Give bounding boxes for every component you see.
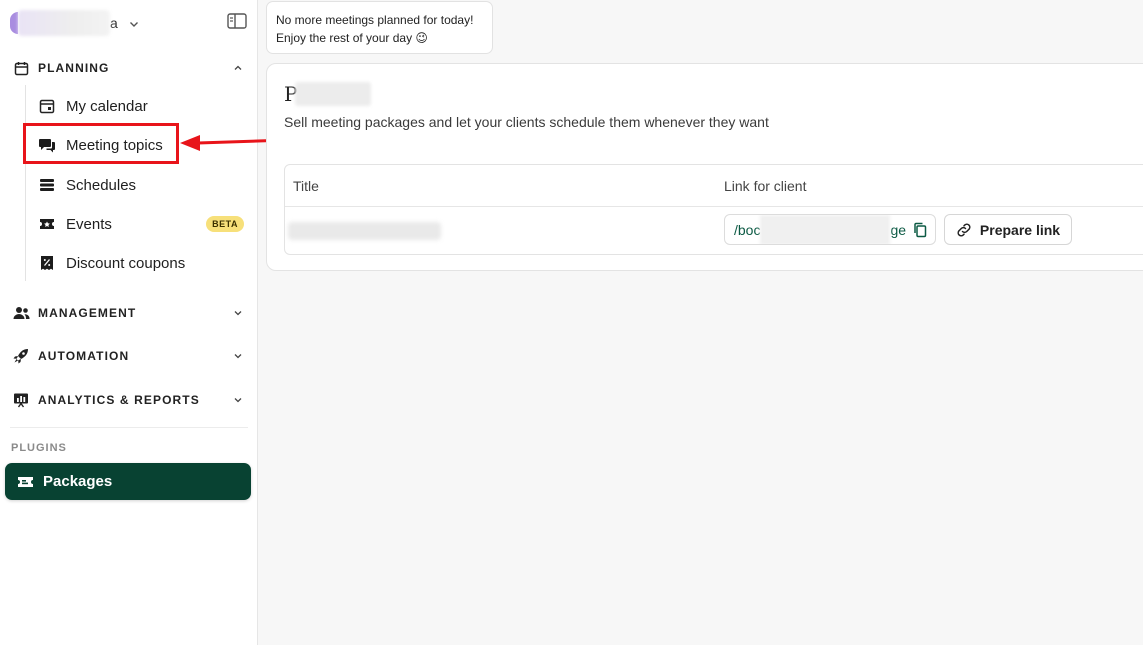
page-subtitle: Sell meeting packages and let your clien… [284, 114, 769, 130]
chevron-down-icon [232, 307, 244, 319]
chevron-down-icon [232, 350, 244, 362]
section-analytics-reports[interactable]: ANALYTICS & REPORTS [12, 390, 244, 410]
column-header-link: Link for client [724, 178, 807, 194]
presentation-chart-icon [12, 391, 30, 409]
calendar-icon [38, 97, 56, 115]
account-switcher[interactable]: a [10, 10, 140, 36]
client-link-redacted [760, 215, 891, 244]
prepare-link-button[interactable]: Prepare link [944, 214, 1072, 245]
rocket-icon [12, 347, 30, 365]
prepare-link-label: Prepare link [979, 221, 1061, 238]
client-link-suffix: ge [890, 221, 907, 238]
section-management-label: MANAGEMENT [38, 306, 137, 320]
account-avatar [10, 12, 18, 34]
chevron-down-icon [232, 394, 244, 406]
sidebar-divider [10, 427, 248, 428]
toast-line-2: Enjoy the rest of your day 😉 [276, 31, 428, 45]
section-analytics-label: ANALYTICS & REPORTS [38, 393, 200, 407]
chevron-down-icon [128, 17, 140, 29]
sidebar-item-my-calendar[interactable]: My calendar [38, 91, 244, 121]
packages-card: P Sell meeting packages and let your cli… [266, 63, 1143, 271]
sidebar-item-label: Schedules [66, 176, 137, 194]
section-automation[interactable]: AUTOMATION [12, 346, 244, 366]
stack-icon [38, 176, 56, 194]
chevron-up-icon [232, 62, 244, 74]
section-management[interactable]: MANAGEMENT [12, 303, 244, 323]
account-name-suffix: a [110, 15, 118, 31]
sidebar: a PLANNING My calendar Meeting topics Sc… [0, 0, 258, 645]
section-automation-label: AUTOMATION [38, 349, 130, 363]
client-link-field[interactable]: /boc ge [724, 214, 936, 245]
sidebar-item-events[interactable]: Events BETA [38, 209, 244, 239]
package-title-redacted [288, 222, 441, 240]
account-name-redacted [18, 10, 110, 36]
toast-line-1: No more meetings planned for today! [276, 13, 474, 27]
planning-items: My calendar Meeting topics Schedules Eve… [25, 85, 245, 281]
sidebar-toggle-icon [227, 12, 247, 34]
column-header-title: Title [293, 178, 319, 194]
sidebar-item-label: Events [66, 215, 112, 233]
section-planning-label: PLANNING [38, 61, 110, 75]
client-link-prefix: /boc [734, 221, 761, 238]
ticket-icon [17, 475, 34, 489]
page-title-redacted [295, 82, 372, 106]
ticket-icon [38, 215, 56, 233]
highlight-box [23, 123, 179, 164]
calendar-icon [12, 59, 30, 77]
packages-table: Title Link for client /boc ge Prepare li… [284, 164, 1143, 255]
no-meetings-toast: No more meetings planned for today! Enjo… [266, 1, 493, 54]
link-icon [956, 222, 972, 238]
page-title: P [284, 82, 372, 106]
beta-badge: BETA [206, 216, 244, 232]
sidebar-item-label: My calendar [66, 97, 148, 115]
copy-icon[interactable] [912, 222, 928, 238]
section-planning[interactable]: PLANNING [12, 58, 244, 78]
coupon-icon [38, 254, 56, 272]
table-divider [285, 206, 1143, 207]
users-icon [12, 304, 30, 322]
sidebar-item-label: Packages [43, 473, 113, 490]
sidebar-item-label: Discount coupons [66, 254, 186, 272]
plugins-heading: PLUGINS [11, 442, 67, 454]
sidebar-item-packages[interactable]: Packages [5, 463, 251, 500]
sidebar-item-discount-coupons[interactable]: Discount coupons [38, 248, 244, 278]
sidebar-toggle-button[interactable] [226, 12, 248, 34]
sidebar-item-schedules[interactable]: Schedules [38, 170, 244, 200]
